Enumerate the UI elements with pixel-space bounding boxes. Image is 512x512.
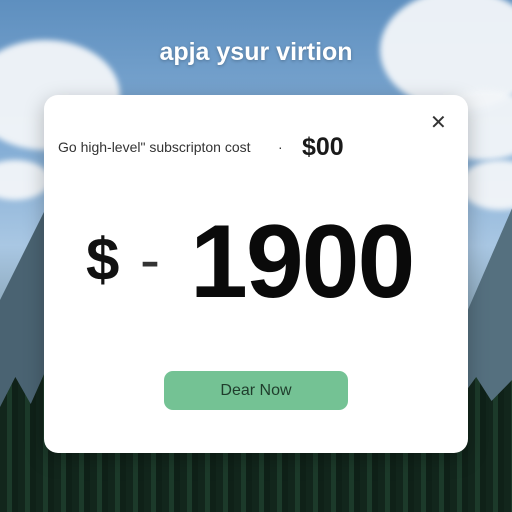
subscription-label: Go high-level" subscripton cost [58, 139, 251, 155]
price-dash: - [140, 226, 160, 293]
page-title: apja ysur virtion [159, 38, 353, 66]
price-amount: 1900 [190, 204, 415, 320]
cloud [0, 160, 50, 200]
small-price: $00 [302, 133, 344, 161]
cta-button[interactable]: Dear Now [164, 371, 348, 410]
separator-dot: · [278, 139, 283, 155]
pricing-dialog: ✕ Go high-level" subscripton cost · $00 … [44, 95, 468, 453]
close-icon[interactable]: ✕ [430, 113, 447, 133]
currency-symbol: $ [86, 226, 120, 293]
